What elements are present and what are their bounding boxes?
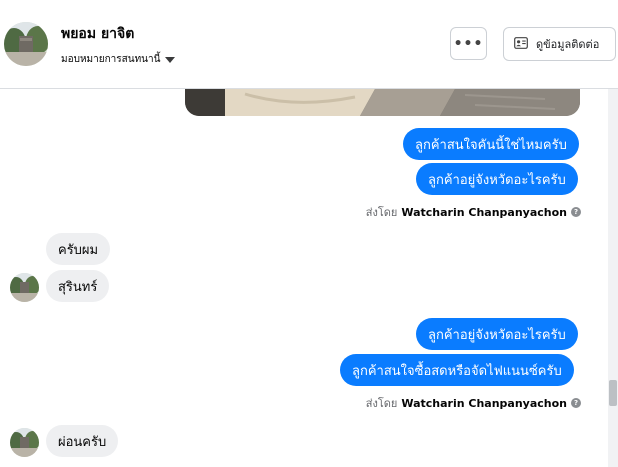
view-contact-info-label: ดูข้อมูลติดต่อ <box>536 38 600 51</box>
outgoing-message[interactable]: ลูกค้าอยู่จังหวัดอะไรครับ <box>416 318 578 350</box>
outgoing-message[interactable]: ลูกค้าสนใจคันนี้ใช่ไหมครับ <box>403 128 579 160</box>
message-text: ลูกค้าสนใจซื้อสดหรือจัดไฟแนนซ์ครับ <box>352 363 562 379</box>
incoming-message[interactable]: ผ่อนครับ <box>46 425 119 457</box>
assign-label: มอบหมายการสนทนานี้ <box>61 54 161 65</box>
message-thread[interactable]: ลูกค้าสนใจคันนี้ใช่ไหมครับ ลูกค้าอยู่จัง… <box>0 89 608 467</box>
message-text: ลูกค้าสนใจคันนี้ใช่ไหมครับ <box>415 137 567 153</box>
scrollbar-thumb[interactable] <box>609 380 617 406</box>
sent-by-prefix: ส่งโดย <box>365 206 398 219</box>
chevron-down-icon <box>165 56 176 63</box>
message-text: ครับผม <box>58 242 99 258</box>
sent-by-label: ส่งโดย Watcharin Chanpanyachon ? <box>366 203 581 221</box>
sender-name[interactable]: Watcharin Chanpanyachon <box>401 397 567 410</box>
outgoing-message[interactable]: ลูกค้าอยู่จังหวัดอะไรครับ <box>416 163 578 195</box>
more-options-button[interactable]: ••• <box>450 27 487 60</box>
contact-card-icon <box>514 36 528 52</box>
message-text: ผ่อนครับ <box>58 434 107 450</box>
contact-avatar-small[interactable] <box>10 273 39 302</box>
help-icon[interactable]: ? <box>571 398 581 408</box>
message-text: ลูกค้าอยู่จังหวัดอะไรครับ <box>428 172 566 188</box>
message-text: ลูกค้าอยู่จังหวัดอะไรครับ <box>428 327 566 343</box>
help-icon[interactable]: ? <box>571 207 581 217</box>
view-contact-info-button[interactable]: ดูข้อมูลติดต่อ <box>503 27 616 61</box>
sent-by-prefix: ส่งโดย <box>365 397 398 410</box>
outgoing-message[interactable]: ลูกค้าสนใจซื้อสดหรือจัดไฟแนนซ์ครับ <box>340 354 574 386</box>
incoming-message[interactable]: ครับผม <box>46 233 111 265</box>
attached-photo[interactable] <box>185 89 580 116</box>
contact-avatar-small[interactable] <box>10 428 39 457</box>
sender-name[interactable]: Watcharin Chanpanyachon <box>401 206 567 219</box>
contact-avatar[interactable] <box>4 22 48 66</box>
chat-scrollbar[interactable] <box>608 89 618 467</box>
incoming-message[interactable]: สุรินทร์ <box>46 270 110 302</box>
assign-conversation-dropdown[interactable]: มอบหมายการสนทนานี้ <box>61 52 176 67</box>
more-icon: ••• <box>453 35 484 52</box>
message-text: สุรินทร์ <box>58 279 98 295</box>
conversation-header: พยอม ยาจิต มอบหมายการสนทนานี้ ••• ดูข้อม… <box>0 0 618 89</box>
contact-name[interactable]: พยอม ยาจิต <box>61 23 134 45</box>
sent-by-label: ส่งโดย Watcharin Chanpanyachon ? <box>366 394 581 412</box>
